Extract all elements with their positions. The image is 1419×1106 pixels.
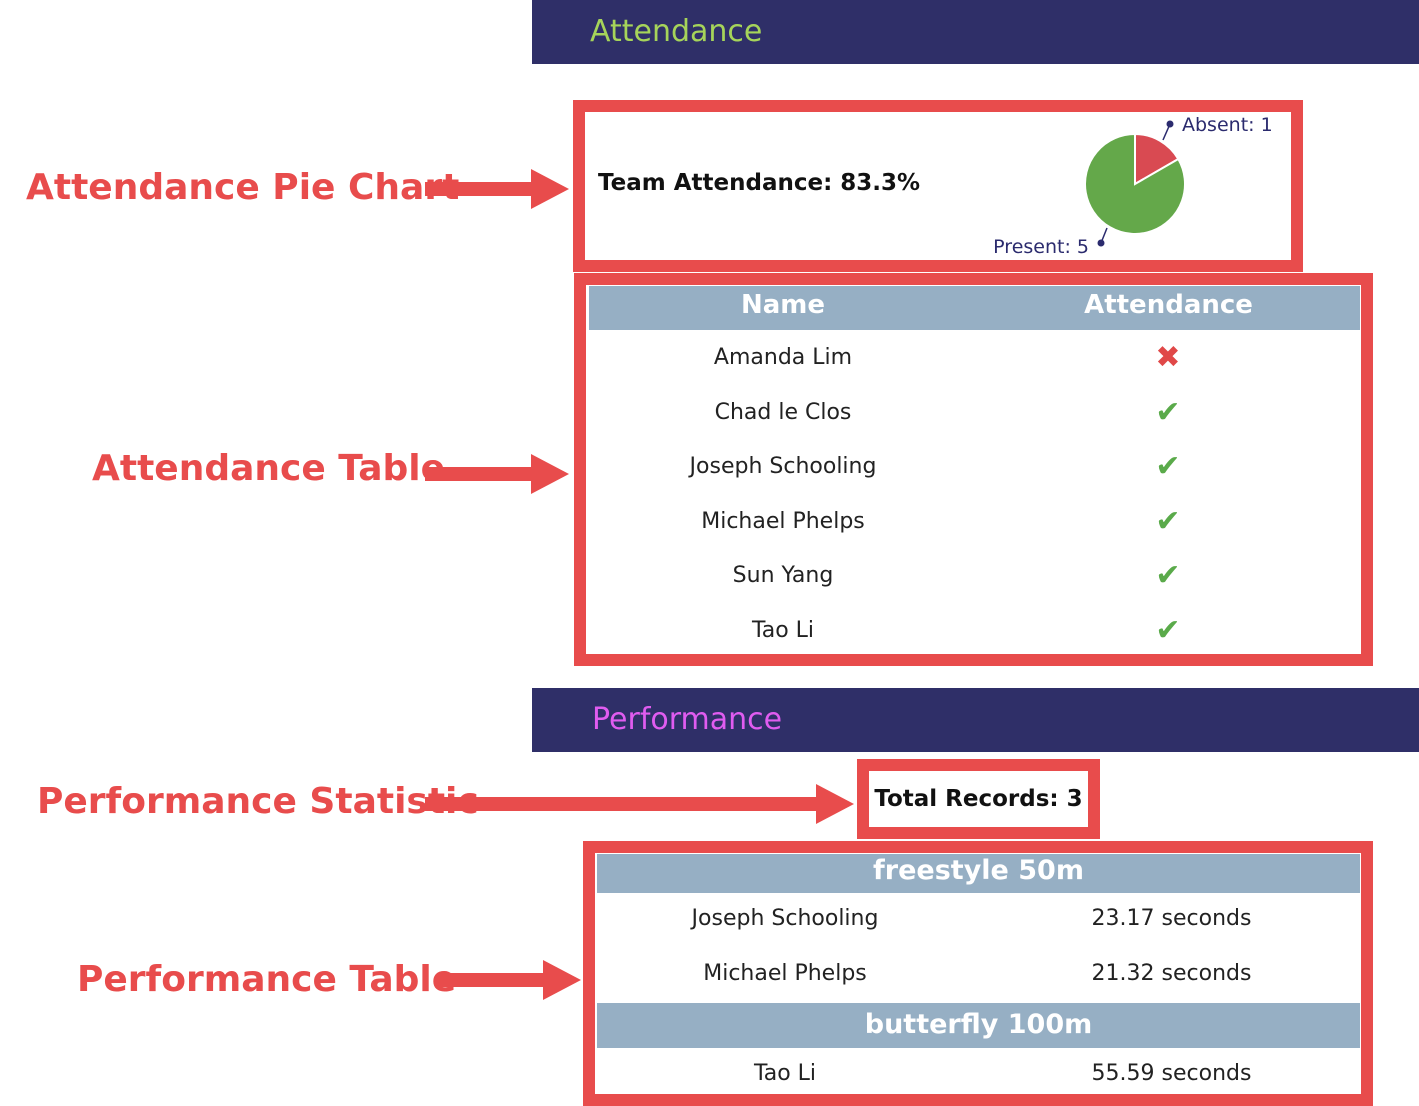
pie-label-present: Present: 5 [993,236,1089,258]
callout-performance-statistic-arrow [425,797,820,811]
column-header-name[interactable]: Name [589,286,977,324]
team-attendance-stat: Team Attendance: 83.3% [598,170,921,196]
callout-attendance-table-arrow [425,467,535,481]
event-group-header: butterfly 100m [597,1003,1360,1048]
performance-row-name: Michael Phelps [703,961,867,986]
performance-row-name: Tao Li [753,1061,817,1086]
performance-section-title: Performance [592,702,783,737]
check-icon: ✔ [1155,613,1181,648]
callout-performance-table-arrowhead [543,960,581,1000]
callout-pie-chart-arrow [425,182,535,196]
check-icon: ✔ [1155,449,1181,484]
pie-label-absent: Absent: 1 [1182,114,1273,136]
attendance-row-name: Joseph Schooling [689,454,877,479]
attendance-row-name: Amanda Lim [713,345,853,370]
callout-performance-statistic-arrowhead [816,784,854,824]
callout-attendance-table-arrowhead [531,454,569,494]
callout-pie-chart-arrowhead [531,169,569,209]
attendance-table-header: Name Attendance [589,286,1360,330]
pie-leader-dot-absent [1166,120,1174,128]
attendance-row-name: Michael Phelps [701,509,865,534]
attendance-pie-chart: Absent: 1 Present: 5 [993,114,1273,258]
column-header-attendance[interactable]: Attendance [977,286,1360,324]
pie-leader-dot-present [1097,239,1105,247]
attendance-row-name: Tao Li [751,618,815,643]
attendance-section-title: Attendance [590,14,763,49]
callout-performance-table-arrow [437,973,547,987]
callout-performance-statistic-label: Performance Statistic [37,781,479,822]
performance-row-time: 23.17 seconds [1091,906,1252,931]
performance-row-time: 55.59 seconds [1091,1061,1252,1086]
attendance-row-name: Chad le Clos [714,400,852,425]
cross-icon: ✖ [1155,340,1181,375]
attendance-section-header: Attendance [532,0,1419,64]
attendance-row-name: Sun Yang [732,563,834,588]
total-records-stat: Total Records: 3 [874,786,1083,812]
check-icon: ✔ [1155,558,1181,593]
performance-row-time: 21.32 seconds [1091,961,1252,986]
event-group-header: freestyle 50m [597,854,1360,893]
callout-pie-chart-label: Attendance Pie Chart [26,167,460,208]
performance-section-header: Performance [532,688,1419,752]
performance-row-name: Joseph Schooling [691,906,879,931]
callout-attendance-table-label: Attendance Table [92,448,446,489]
check-icon: ✔ [1155,395,1181,430]
check-icon: ✔ [1155,504,1181,539]
callout-performance-table-label: Performance Table [77,959,457,1000]
